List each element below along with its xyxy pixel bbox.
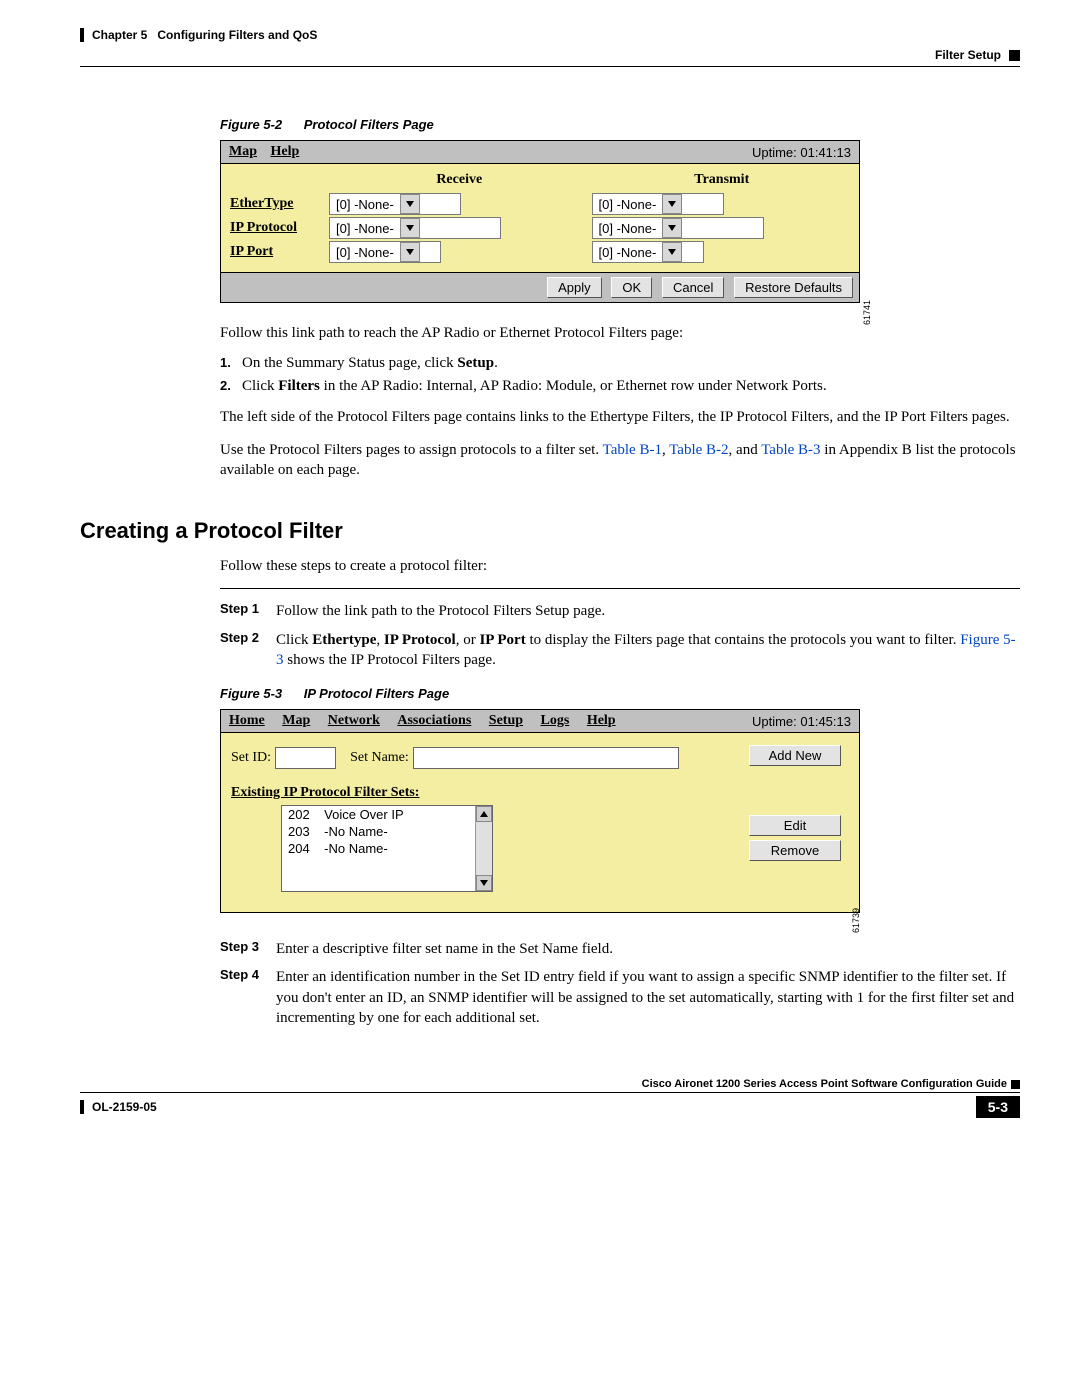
ethertype-tx-select[interactable]: [0] -None- — [592, 193, 724, 215]
menu-home-link[interactable]: Home — [229, 713, 265, 728]
section-heading: Creating a Protocol Filter — [80, 518, 1020, 544]
chevron-down-icon — [400, 242, 420, 262]
list-item: 1. On the Summary Status page, click Set… — [220, 355, 1020, 372]
menu-associations-link[interactable]: Associations — [397, 713, 471, 728]
footer-doc-id: OL-2159-05 — [80, 1100, 157, 1114]
set-name-label: Set Name: — [350, 750, 409, 766]
menu-help-link[interactable]: Help — [587, 713, 616, 728]
cancel-button[interactable]: Cancel — [662, 277, 724, 298]
ipproto-tx-select[interactable]: [0] -None- — [592, 217, 764, 239]
figure-5-3-caption: Figure 5-3 IP Protocol Filters Page — [220, 686, 1020, 701]
image-id: 61739 — [851, 908, 861, 933]
step-label: Step 3 — [220, 939, 276, 959]
uptime-text: Uptime: 01:41:13 — [752, 145, 851, 160]
paragraph: Follow this link path to reach the AP Ra… — [220, 323, 1020, 343]
paragraph: Use the Protocol Filters pages to assign… — [220, 440, 1020, 481]
ipprotocol-link[interactable]: IP Protocol — [230, 220, 297, 235]
step-text: Enter a descriptive filter set name in t… — [276, 939, 1020, 959]
scrollbar[interactable] — [475, 806, 492, 891]
running-header-left: Chapter 5 Configuring Filters and QoS — [80, 28, 1020, 42]
chevron-down-icon — [400, 194, 420, 214]
figure-5-2-caption: Figure 5-2 Protocol Filters Page — [220, 117, 1020, 132]
list-item[interactable]: 203 -No Name- — [282, 823, 475, 840]
step-label: Step 1 — [220, 601, 276, 621]
chevron-down-icon — [662, 242, 682, 262]
table-b1-link[interactable]: Table B-1 — [603, 442, 662, 458]
chapter-title: Configuring Filters and QoS — [157, 28, 317, 42]
menu-map-link[interactable]: Map — [282, 713, 310, 728]
chevron-down-icon[interactable] — [476, 875, 492, 891]
uptime-text: Uptime: 01:45:13 — [752, 714, 851, 729]
ethertype-link[interactable]: EtherType — [230, 196, 294, 211]
set-id-label: Set ID: — [231, 750, 271, 766]
menu-network-link[interactable]: Network — [328, 713, 380, 728]
add-new-button[interactable]: Add New — [749, 745, 841, 766]
ipport-link[interactable]: IP Port — [230, 244, 273, 259]
chevron-down-icon — [662, 194, 682, 214]
list-item: 2. Click Filters in the AP Radio: Intern… — [220, 378, 1020, 395]
menu-map-link[interactable]: Map — [229, 144, 257, 159]
menu-help-link[interactable]: Help — [271, 144, 300, 159]
running-header-right: Filter Setup — [935, 48, 1020, 62]
step-label: Step 4 — [220, 967, 276, 1028]
chevron-up-icon[interactable] — [476, 806, 492, 822]
chapter-number: Chapter 5 — [92, 28, 147, 42]
paragraph: Follow these steps to create a protocol … — [220, 556, 1020, 576]
figure-5-3: Home Map Network Associations Setup Logs… — [220, 709, 860, 913]
remove-button[interactable]: Remove — [749, 840, 841, 861]
menu-setup-link[interactable]: Setup — [489, 713, 523, 728]
step-text: Enter an identification number in the Se… — [276, 967, 1020, 1028]
paragraph: The left side of the Protocol Filters pa… — [220, 407, 1020, 427]
ipproto-recv-select[interactable]: [0] -None- — [329, 217, 501, 239]
step-text: Click Ethertype, IP Protocol, or IP Port… — [276, 630, 1020, 671]
edit-button[interactable]: Edit — [749, 815, 841, 836]
existing-sets-heading: Existing IP Protocol Filter Sets: — [231, 785, 849, 801]
footer-book-title: Cisco Aironet 1200 Series Access Point S… — [80, 1078, 1020, 1093]
ipport-tx-select[interactable]: [0] -None- — [592, 241, 704, 263]
image-id: 61741 — [862, 300, 872, 325]
list-item[interactable]: 204 -No Name- — [282, 840, 475, 857]
section-name: Filter Setup — [935, 48, 1001, 62]
ethertype-recv-select[interactable]: [0] -None- — [329, 193, 461, 215]
filter-sets-listbox[interactable]: 202 Voice Over IP 203 -No Name- 204 -No … — [281, 805, 493, 892]
table-b2-link[interactable]: Table B-2 — [669, 442, 728, 458]
list-item[interactable]: 202 Voice Over IP — [282, 806, 475, 823]
figure-5-2: Map Help Uptime: 01:41:13 Receive Transm… — [220, 140, 860, 303]
col-receive: Receive — [328, 168, 591, 192]
page-number: 5-3 — [976, 1096, 1020, 1118]
ipport-recv-select[interactable]: [0] -None- — [329, 241, 441, 263]
restore-defaults-button[interactable]: Restore Defaults — [734, 277, 853, 298]
chevron-down-icon — [662, 218, 682, 238]
apply-button[interactable]: Apply — [547, 277, 602, 298]
chevron-down-icon — [400, 218, 420, 238]
set-name-input[interactable] — [413, 747, 679, 769]
step-text: Follow the link path to the Protocol Fil… — [276, 601, 1020, 621]
set-id-input[interactable] — [275, 747, 336, 769]
menu-logs-link[interactable]: Logs — [541, 713, 570, 728]
ok-button[interactable]: OK — [611, 277, 652, 298]
col-transmit: Transmit — [591, 168, 854, 192]
step-label: Step 2 — [220, 630, 276, 671]
table-b3-link[interactable]: Table B-3 — [761, 442, 820, 458]
